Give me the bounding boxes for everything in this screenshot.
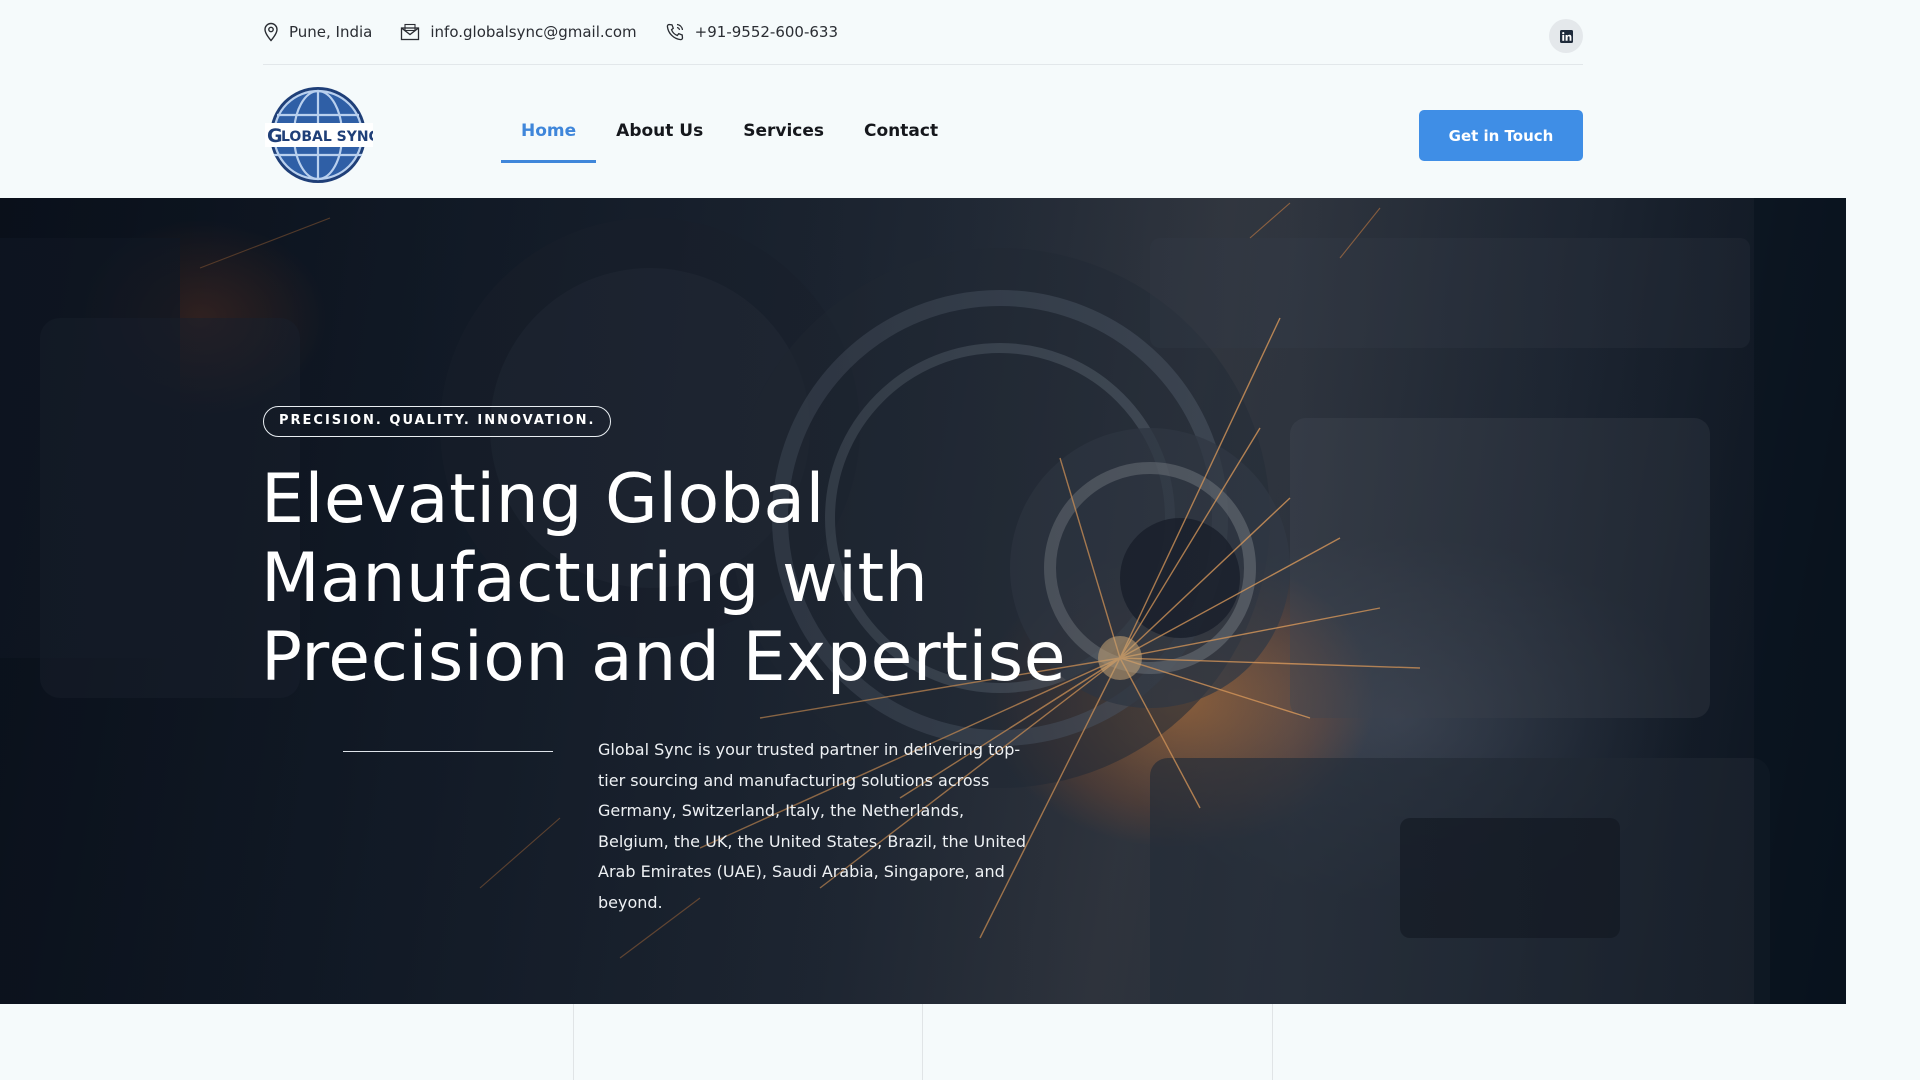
nav-services[interactable]: Services <box>723 65 844 198</box>
column-divider <box>573 1004 574 1080</box>
main-nav: Home About Us Services Contact <box>501 65 958 198</box>
hero-description: Global Sync is your trusted partner in d… <box>598 740 1027 912</box>
nav-home[interactable]: Home <box>501 65 597 198</box>
get-in-touch-button[interactable]: Get in Touch <box>1419 110 1583 161</box>
headline-line-1: Elevating Global <box>261 460 825 539</box>
top-info-bar: Pune, India info.globalsync@gmail.com +9… <box>263 0 1583 65</box>
location-text: Pune, India <box>289 23 373 41</box>
nav-contact[interactable]: Contact <box>844 65 958 198</box>
phone-icon <box>666 23 683 41</box>
svg-text:LOBAL SYNC: LOBAL SYNC <box>281 129 373 145</box>
hero-section: PRECISION. QUALITY. INNOVATION. Elevatin… <box>0 198 1846 1004</box>
headline-line-3: Precision and Expertise <box>261 618 1067 697</box>
email-info[interactable]: info.globalsync@gmail.com <box>400 23 637 41</box>
headline-line-2: Manufacturing with <box>261 539 929 618</box>
phone-link[interactable]: +91-9552-600-633 <box>695 23 838 41</box>
envelope-icon <box>401 23 420 41</box>
hero-divider <box>343 751 553 752</box>
nav-about-us[interactable]: About Us <box>596 65 723 198</box>
tagline-badge: PRECISION. QUALITY. INNOVATION. <box>263 406 612 437</box>
location-info: Pune, India <box>263 22 372 42</box>
location-pin-icon <box>264 22 278 42</box>
site-header: G LOBAL SYNC Home About Us Services Cont… <box>263 65 1583 198</box>
hero-headline: Elevating Global Manufacturing with Prec… <box>261 460 1161 697</box>
hero-edge-overlay <box>1754 198 1846 1004</box>
email-link[interactable]: info.globalsync@gmail.com <box>430 23 636 41</box>
column-divider <box>922 1004 923 1080</box>
linkedin-icon <box>1559 29 1573 43</box>
global-sync-logo[interactable]: G LOBAL SYNC <box>263 85 379 185</box>
phone-info[interactable]: +91-9552-600-633 <box>665 22 838 42</box>
column-divider <box>1272 1004 1273 1080</box>
linkedin-button[interactable] <box>1549 19 1583 53</box>
